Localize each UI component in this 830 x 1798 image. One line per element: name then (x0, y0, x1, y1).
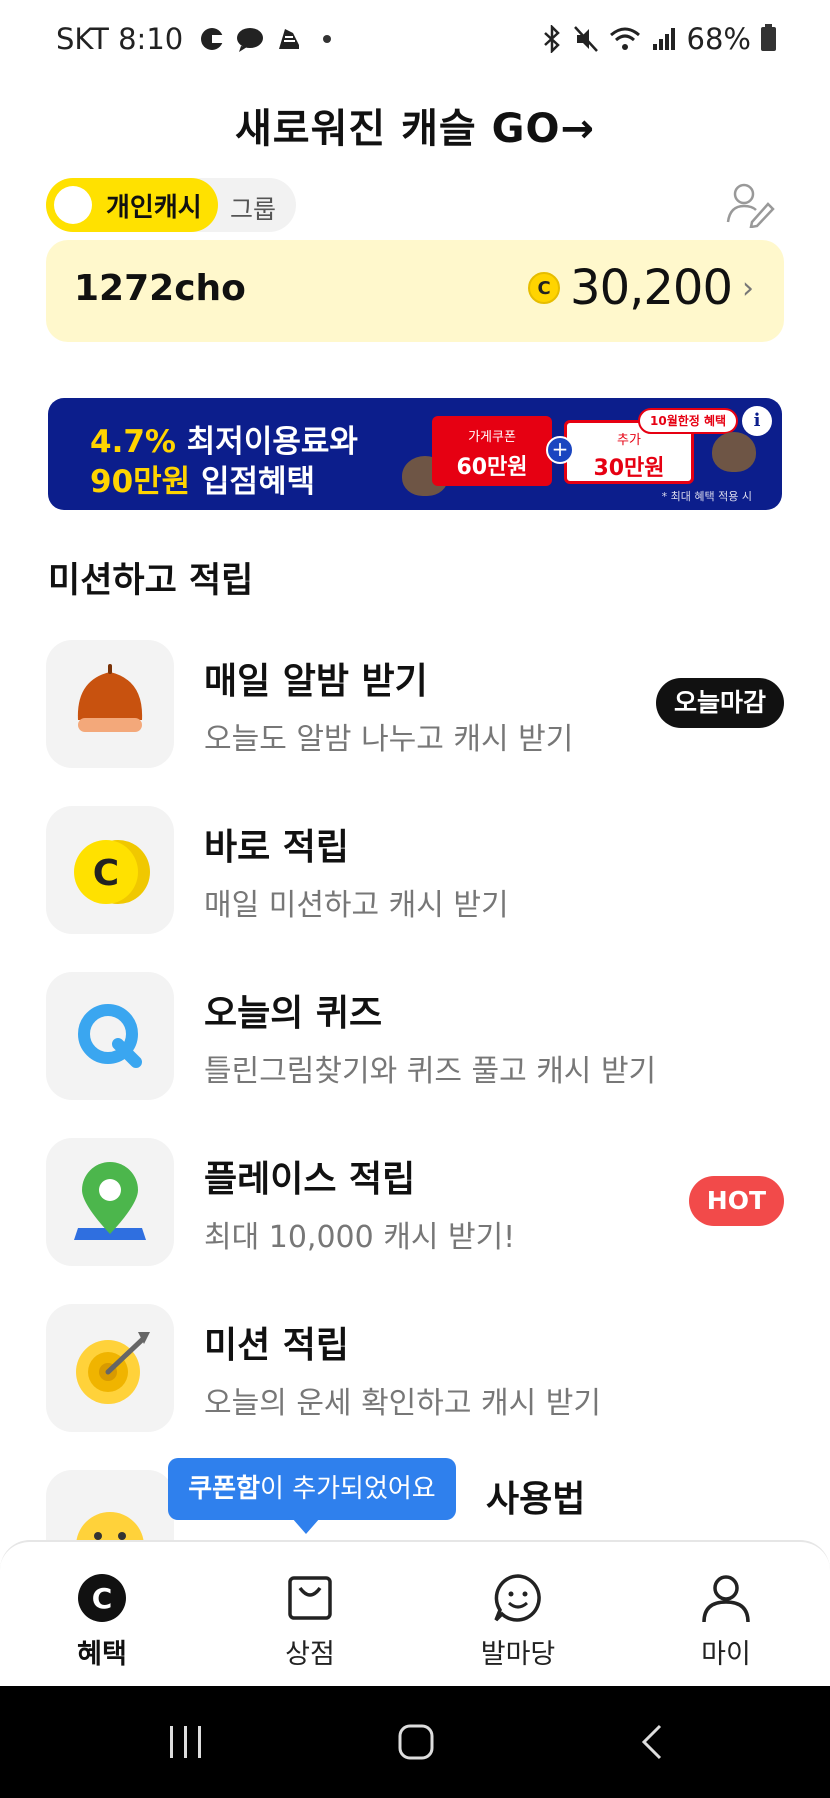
cash-balance-card[interactable]: 1272cho C 30,200 › (46, 240, 784, 342)
svg-text:C: C (93, 853, 119, 894)
item-subtitle: 매일 미션하고 캐시 받기 (204, 888, 509, 923)
banner-line2: 90만원 입점혜택 (90, 464, 316, 500)
chestnut-icon (46, 640, 174, 768)
banner-footnote: * 최대 혜택 적용 시 (661, 490, 752, 503)
list-item-mission-earn[interactable]: 미션 적립 오늘의 운세 확인하고 캐시 받기 (46, 1304, 784, 1434)
item-title: 매일 알밤 받기 (204, 661, 428, 702)
banner-line1: 4.7% 최저이용료와 (90, 424, 358, 460)
nav-label: 마이 (701, 1639, 751, 1670)
profile-edit-icon (726, 183, 775, 229)
notification-icons (199, 25, 332, 53)
nav-benefits[interactable]: C 혜택 (42, 1570, 162, 1671)
nav-label: 발마당 (480, 1639, 556, 1670)
nav-store[interactable]: 상점 (250, 1570, 370, 1671)
recent-apps-icon[interactable] (166, 1722, 206, 1762)
map-pin-icon (46, 1138, 174, 1266)
toggle-personal[interactable]: 개인캐시 (46, 178, 218, 232)
back-icon[interactable] (632, 1722, 672, 1762)
quiz-icon (46, 972, 174, 1100)
shoe-notification-icon (279, 29, 300, 49)
october-tag: 10월한정 혜택 (638, 408, 739, 434)
system-nav-bar (0, 1686, 830, 1798)
item-title: 사용법 (486, 1479, 586, 1520)
cash-amount: 30,200 (570, 260, 733, 316)
store-coupon: 가게쿠폰 60만원 (432, 416, 552, 486)
coupon-tooltip: 쿠폰함이 추가되었어요 (168, 1458, 456, 1534)
item-title: 미션 적립 (204, 1325, 350, 1366)
chat-smile-icon (494, 1574, 541, 1622)
nav-my[interactable]: 마이 (666, 1570, 786, 1671)
cash-type-toggle[interactable]: 개인캐시 그룹 (46, 178, 296, 232)
promo-banner[interactable]: 4.7% 최저이용료와 90만원 입점혜택 가게쿠폰 60만원 추가 30만원 … (48, 398, 782, 510)
list-item-daily-quiz[interactable]: 오늘의 퀴즈 틀린그림찾기와 퀴즈 풀고 캐시 받기 (46, 972, 784, 1102)
list-item-place-earn[interactable]: 플레이스 적립 최대 10,000 캐시 받기! HOT (46, 1138, 784, 1268)
status-bar: SKT 8:10 68% (0, 0, 830, 80)
item-title: 바로 적립 (204, 827, 350, 868)
nav-community[interactable]: 발마당 (458, 1570, 578, 1671)
profile-edit-button[interactable] (724, 180, 776, 229)
status-left: SKT 8:10 (56, 22, 332, 56)
emoji-icon (46, 1470, 174, 1540)
list-item-instant-earn[interactable]: C 바로 적립 매일 미션하고 캐시 받기 (46, 806, 784, 936)
cash-c-icon: C (78, 1574, 126, 1622)
home-icon[interactable] (396, 1722, 436, 1762)
item-subtitle: 오늘의 운세 확인하고 캐시 받기 (204, 1386, 601, 1421)
deadline-badge: 오늘마감 (655, 678, 784, 728)
item-title: 플레이스 적립 (204, 1159, 416, 1200)
mute-icon (573, 26, 598, 52)
signal-icon (652, 28, 675, 50)
shopping-bag-icon (288, 1576, 332, 1620)
coin-icon: C (46, 806, 174, 934)
bottom-nav: C 혜택 상점 발마당 마이 (0, 1540, 830, 1686)
list-item-daily-chestnut[interactable]: 매일 알밤 받기 오늘도 알밤 나누고 캐시 받기 오늘마감 (46, 640, 784, 770)
battery-percent: 68% (686, 22, 751, 56)
item-title: 오늘의 퀴즈 (204, 993, 383, 1034)
item-subtitle: 최대 10,000 캐시 받기! (204, 1220, 516, 1255)
svg-text:C: C (92, 1582, 113, 1615)
toggle-group-label[interactable]: 그룹 (230, 190, 276, 226)
more-notifications-dot (323, 35, 332, 43)
carrier-time: SKT 8:10 (56, 22, 184, 56)
info-icon[interactable]: i (742, 406, 772, 436)
status-right: 68% (541, 22, 776, 56)
cash-amount-row[interactable]: C 30,200 › (528, 260, 754, 316)
coin-icon: C (528, 272, 561, 304)
nav-label: 상점 (285, 1639, 335, 1670)
toggle-knob (54, 186, 92, 224)
section-title: 미션하고 적립 (48, 561, 254, 601)
toggle-personal-label: 개인캐시 (106, 192, 202, 223)
chestnut-decoration-icon (712, 432, 756, 472)
wifi-icon (609, 27, 640, 50)
hot-badge: HOT (688, 1176, 784, 1226)
page-title[interactable]: 새로워진 캐슬 GO→ (0, 96, 830, 154)
plus-icon: + (546, 436, 574, 464)
item-subtitle: 틀린그림찾기와 퀴즈 풀고 캐시 받기 (204, 1054, 657, 1089)
battery-icon (761, 24, 776, 51)
username: 1272cho (74, 268, 246, 309)
chevron-right-icon: › (742, 270, 754, 306)
item-subtitle: 오늘도 알밤 나누고 캐시 받기 (204, 722, 574, 757)
bluetooth-icon (543, 25, 560, 53)
nav-label: 혜택 (77, 1639, 127, 1670)
person-icon (702, 1575, 750, 1623)
chat-notification-icon (237, 28, 264, 52)
target-icon (46, 1304, 174, 1432)
app-notification-icon (201, 28, 225, 50)
